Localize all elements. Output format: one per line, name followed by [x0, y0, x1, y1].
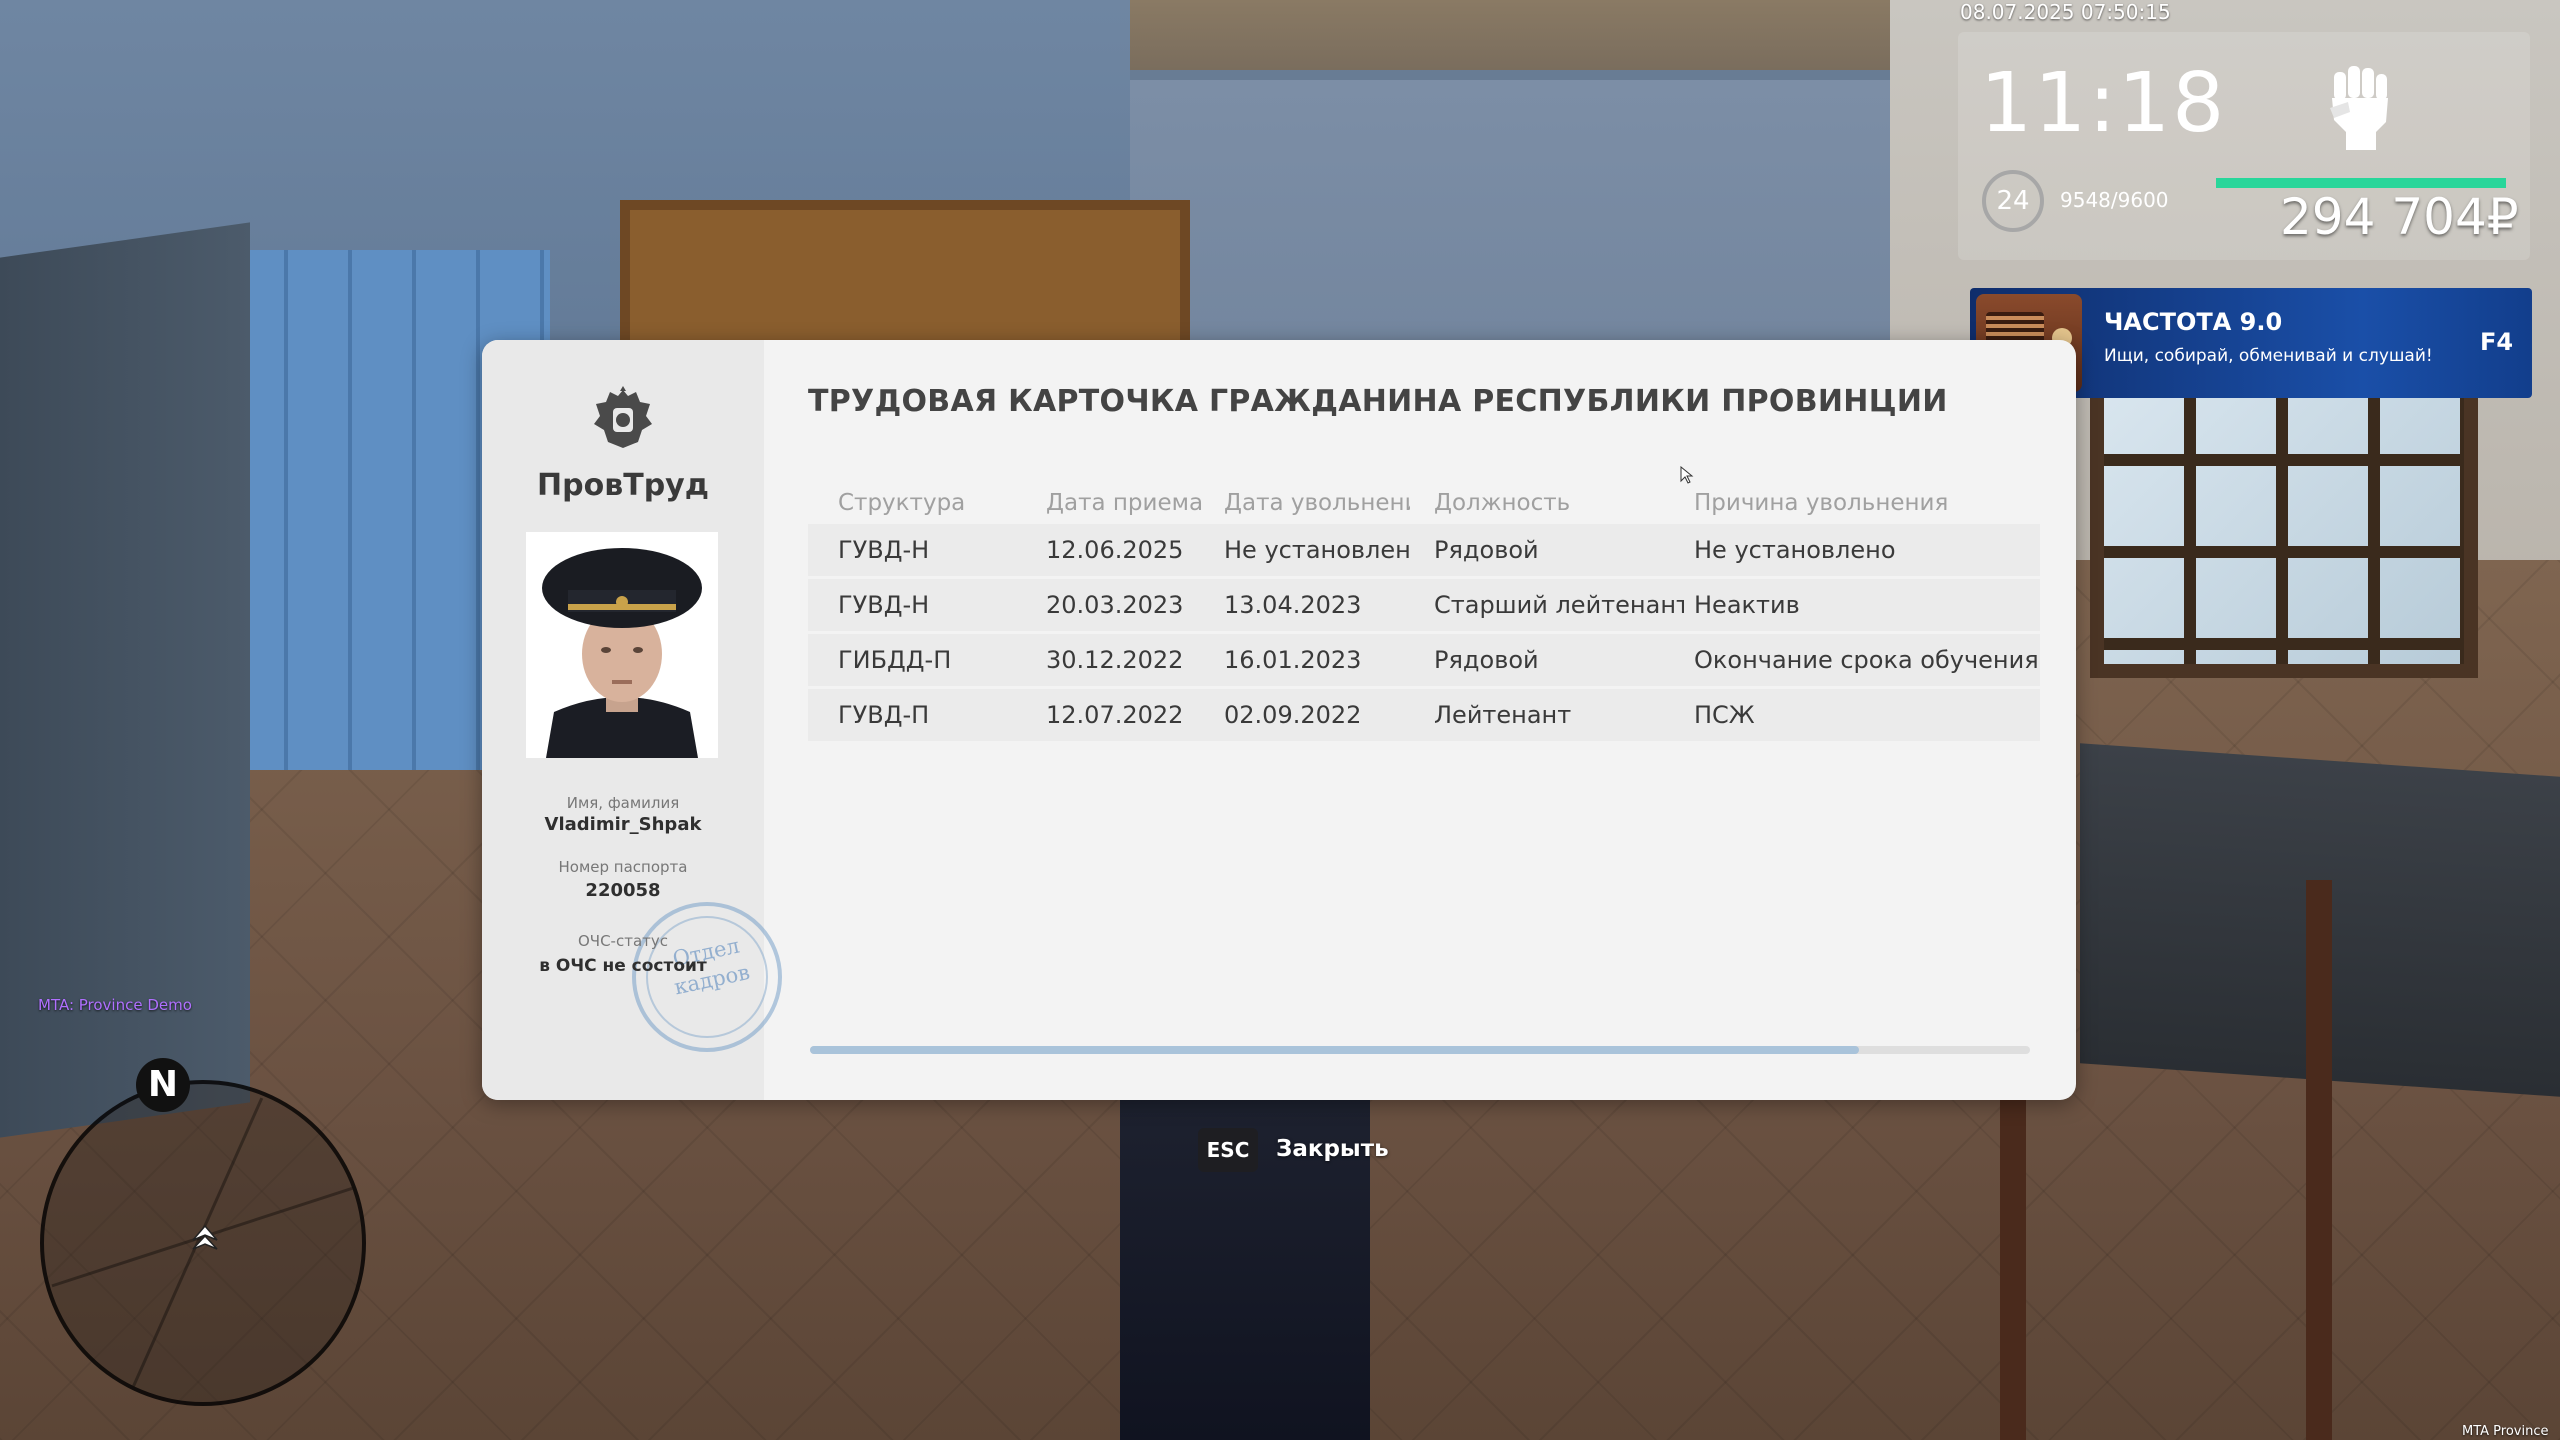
hud-clock: 11:18	[1980, 56, 2227, 151]
name-value: Vladimir_Shpak	[544, 814, 702, 835]
cell-position: Лейтенант	[1434, 701, 1572, 729]
column-header-dismissal-date: Дата увольнения	[1224, 490, 1410, 516]
employment-card: ПровТруд Имя, фамилия Vladimir_Shpak Ном…	[482, 340, 2076, 1100]
esc-key-badge[interactable]: ESC	[1198, 1128, 1258, 1172]
money-value: 294 704₽	[2280, 188, 2519, 246]
cell-structure: ГУВД-П	[838, 701, 930, 729]
cell-position: Старший лейтенант	[1434, 591, 1684, 619]
fist-icon	[2330, 66, 2388, 150]
cell-position: Рядовой	[1434, 646, 1539, 674]
column-header-hire-date: Дата приема	[1046, 490, 1204, 516]
mouse-cursor-icon	[1680, 466, 1694, 484]
radio-hotkey: F4	[2480, 328, 2514, 356]
scrollbar-thumb[interactable]	[810, 1046, 1860, 1054]
hud-datetime: 08.07.2025 07:50:15	[1960, 0, 2171, 24]
status-label: ОЧС-статус	[577, 932, 668, 950]
table-header: Структура Дата приема Дата увольнения До…	[808, 480, 2040, 524]
cell-dismissal-date: 13.04.2023	[1224, 591, 1362, 619]
radio-title: ЧАСТОТА 9.0	[2104, 308, 2283, 336]
table-row: ГУВД-Н 20.03.2023 13.04.2023 Старший лей…	[808, 579, 2040, 631]
column-header-dismissal-reason: Причина увольнения	[1694, 490, 1949, 516]
card-title: ТРУДОВАЯ КАРТОЧКА ГРАЖДАНИНА РЕСПУБЛИКИ …	[808, 384, 1948, 419]
level-value: 24	[1996, 186, 2030, 216]
cell-dismissal-reason: ПСЖ	[1694, 701, 1755, 729]
table-row: ГУВД-П 12.07.2022 02.09.2022 Лейтенант П…	[808, 689, 2040, 741]
cell-structure: ГУВД-Н	[838, 536, 930, 564]
window	[2090, 360, 2478, 678]
cell-structure: ГУВД-Н	[838, 591, 930, 619]
horizontal-scrollbar[interactable]	[810, 1046, 2030, 1054]
employment-table: Структура Дата приема Дата увольнения До…	[808, 480, 2040, 744]
brand-name: ПровТруд	[537, 468, 709, 503]
cell-hire-date: 12.07.2022	[1046, 701, 1184, 729]
radio-subtitle: Ищи, собирай, обменивай и слушай!	[2104, 346, 2433, 366]
server-tag: MTA: Province Demo	[38, 996, 192, 1014]
card-sidebar: ПровТруд Имя, фамилия Vladimir_Shpak Ном…	[482, 340, 782, 1100]
citizen-photo	[526, 532, 718, 758]
experience-value: 9548/9600	[2060, 188, 2169, 212]
cell-dismissal-reason: Не установлено	[1694, 536, 1896, 564]
column-header-structure: Структура	[838, 490, 966, 516]
cell-hire-date: 12.06.2025	[1046, 536, 1184, 564]
cell-dismissal-reason: Неактив	[1694, 591, 1800, 619]
north-indicator: N	[136, 1058, 190, 1112]
cell-dismissal-date: 02.09.2022	[1224, 701, 1362, 729]
close-button[interactable]: Закрыть	[1276, 1136, 1389, 1162]
health-bar-fill	[2216, 178, 2506, 188]
passport-value: 220058	[585, 880, 661, 901]
table-row: ГУВД-Н 12.06.2025 Не установлено Рядовой…	[808, 524, 2040, 576]
player-arrow-icon	[192, 1224, 218, 1250]
cell-dismissal-date: 16.01.2023	[1224, 646, 1362, 674]
status-value: в ОЧС не состоит	[539, 956, 707, 976]
game-scene: 08.07.2025 07:50:15 11:18 24 9548/9600 2…	[0, 0, 2560, 1440]
cell-position: Рядовой	[1434, 536, 1539, 564]
watermark: MTA Province #1	[2462, 1424, 2549, 1440]
cell-dismissal-date: Не установлено	[1224, 536, 1410, 564]
eagle-emblem-icon	[594, 386, 652, 448]
hr-stamp: Отдел кадров	[632, 902, 782, 1052]
table-row: ГИБДД-П 30.12.2022 16.01.2023 Рядовой Ок…	[808, 634, 2040, 686]
health-bar	[2216, 178, 2506, 188]
cell-structure: ГИБДД-П	[838, 646, 952, 674]
cell-dismissal-reason: Окончание срока обучения (7	[1694, 646, 2040, 674]
name-label: Имя, фамилия	[566, 794, 680, 812]
cell-hire-date: 20.03.2023	[1046, 591, 1184, 619]
cell-hire-date: 30.12.2022	[1046, 646, 1184, 674]
column-header-position: Должность	[1434, 490, 1571, 516]
passport-label: Номер паспорта	[558, 858, 688, 876]
